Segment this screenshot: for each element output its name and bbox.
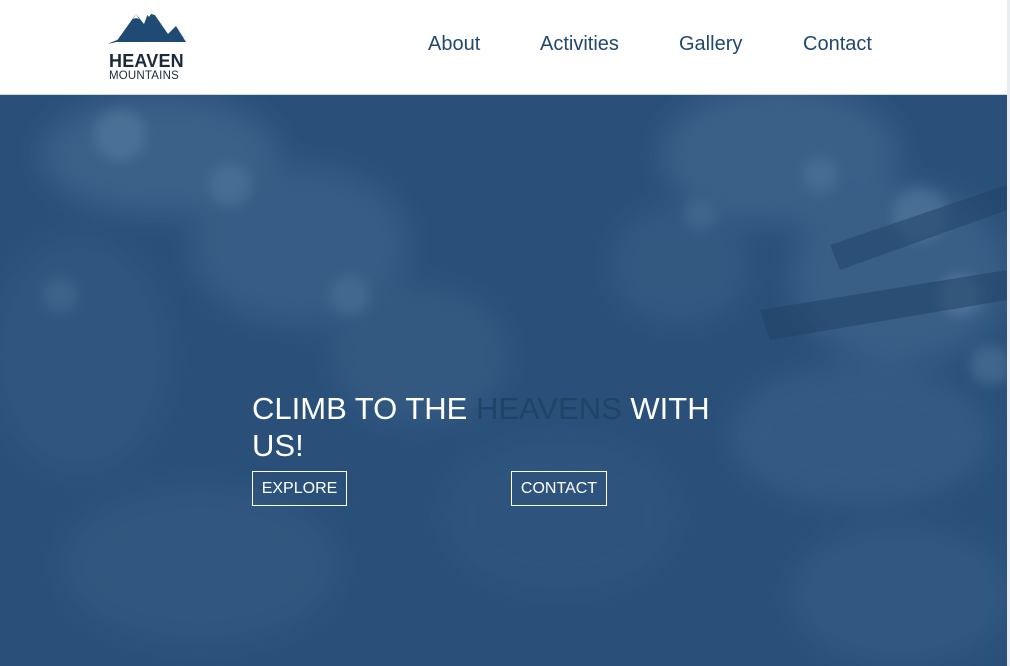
hero-headline-part1: CLIMB TO THE bbox=[252, 391, 476, 426]
nav-about-link[interactable]: About bbox=[428, 33, 480, 56]
nav-contact-link[interactable]: Contact bbox=[803, 33, 872, 56]
forest-background-image bbox=[0, 95, 1007, 666]
contact-button[interactable]: CONTACT bbox=[511, 471, 607, 506]
nav-gallery-link[interactable]: Gallery bbox=[679, 33, 742, 56]
main-nav: About Activities Gallery Contact bbox=[0, 33, 1010, 59]
hero-section: CLIMB TO THE HEAVENS WITH US! EXPLORE CO… bbox=[0, 95, 1007, 666]
nav-activities-link[interactable]: Activities bbox=[540, 33, 619, 56]
hero-headline: CLIMB TO THE HEAVENS WITH US! bbox=[252, 390, 752, 464]
page: HEAVEN MOUNTAINS About Activities Galler… bbox=[0, 0, 1010, 666]
brand-name-line2: MOUNTAINS bbox=[109, 70, 179, 82]
explore-button[interactable]: EXPLORE bbox=[252, 471, 347, 506]
site-header: HEAVEN MOUNTAINS About Activities Galler… bbox=[0, 0, 1010, 95]
hero-headline-accent: HEAVENS bbox=[475, 391, 622, 426]
